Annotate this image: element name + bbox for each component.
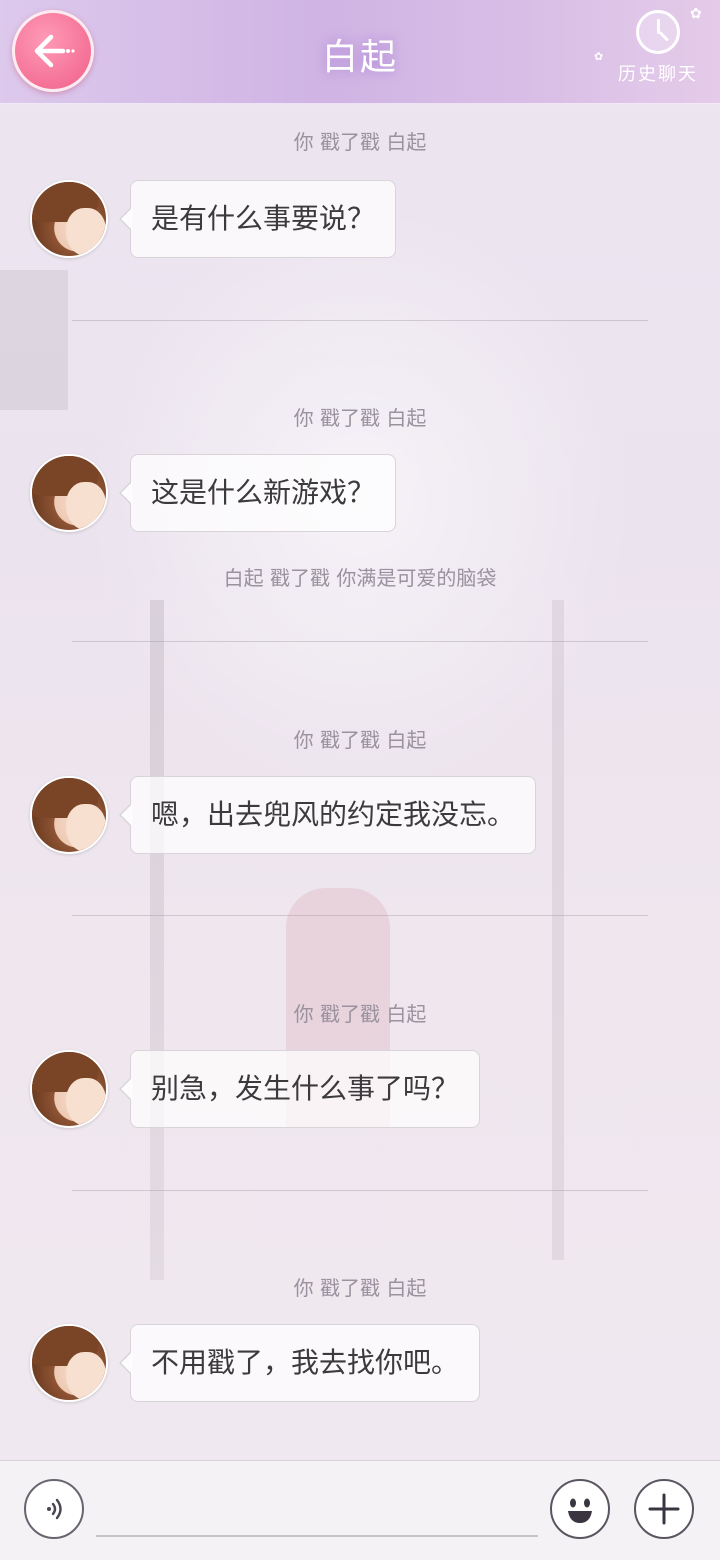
poke-notice: 你 戳了戳 白起 [293, 1002, 427, 1026]
sparkle-icon: ✿ [594, 50, 604, 63]
clock-icon [636, 10, 680, 54]
message-bubble: 这是什么新游戏？ [118, 454, 397, 532]
history-chat-button[interactable]: 历史聊天 [606, 10, 710, 94]
emoji-button[interactable] [550, 1479, 610, 1539]
message-bubble: 不用戳了，我去找你吧。 [118, 1324, 481, 1402]
divider [72, 1190, 648, 1191]
message-bubble: 嗯，出去兜风的约定我没忘。 [118, 776, 537, 854]
message-input[interactable] [96, 1489, 538, 1537]
chat-area[interactable]: 你 戳了戳 白起 是有什么事要说？ 你 戳了戳 白起 这是什么新游戏？ 白起 戳… [0, 104, 720, 1460]
plus-button[interactable] [634, 1479, 694, 1539]
divider [72, 915, 648, 916]
emoji-icon [568, 1498, 592, 1523]
header-bar: 白起 历史聊天 ✿ ✿ [0, 0, 720, 104]
poke-notice: 你 戳了戳 白起 [293, 728, 427, 752]
message-bubble: 是有什么事要说？ [118, 180, 397, 258]
poke-notice: 你 戳了戳 白起 [293, 406, 427, 430]
input-bar [0, 1460, 720, 1560]
sparkle-icon: ✿ [690, 6, 702, 22]
avatar[interactable] [30, 776, 108, 854]
voice-icon [47, 1498, 62, 1520]
history-chat-label: 历史聊天 [618, 64, 698, 85]
divider [72, 320, 648, 321]
poke-notice: 你 戳了戳 白起 [293, 130, 427, 154]
poke-notice: 你 戳了戳 白起 [293, 1276, 427, 1300]
voice-button[interactable] [24, 1479, 84, 1539]
divider [72, 641, 648, 642]
avatar[interactable] [30, 180, 108, 258]
message-bubble: 别急，发生什么事了吗？ [118, 1050, 481, 1128]
avatar[interactable] [30, 454, 108, 532]
avatar[interactable] [30, 1050, 108, 1128]
poke-reply-notice: 白起 戳了戳 你满是可爱的脑袋 [223, 566, 497, 590]
avatar[interactable] [30, 1324, 108, 1402]
plus-icon [648, 1493, 680, 1525]
